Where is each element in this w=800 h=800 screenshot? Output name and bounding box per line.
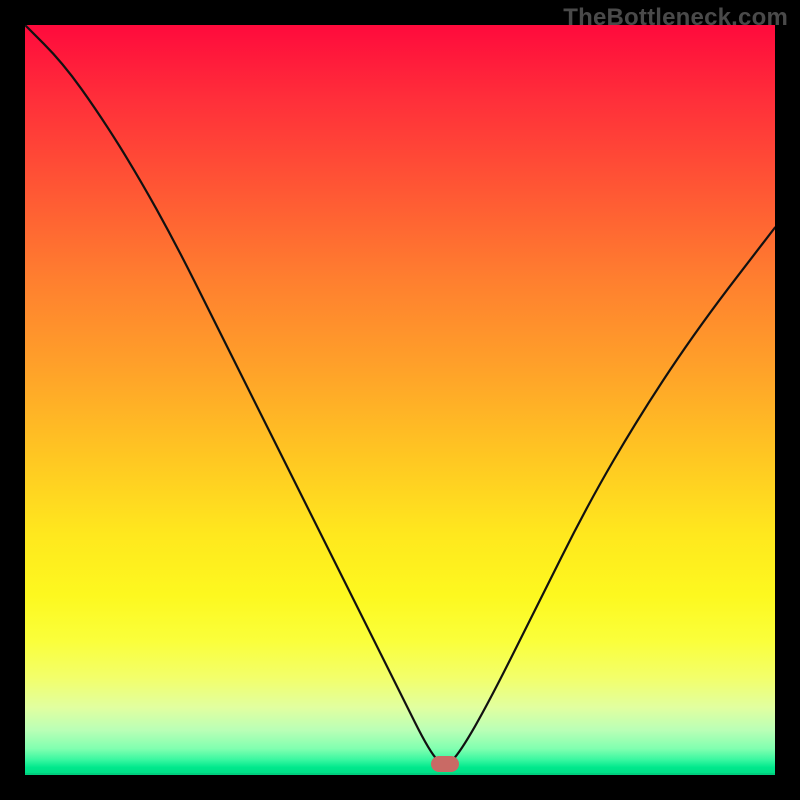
bottleneck-curve [25,25,775,764]
bottom-edge [25,773,775,775]
curve-layer [25,25,775,775]
watermark-text: TheBottleneck.com [563,4,788,32]
chart-frame: TheBottleneck.com [0,0,800,800]
optimum-marker [431,756,459,772]
plot-area [25,25,775,775]
